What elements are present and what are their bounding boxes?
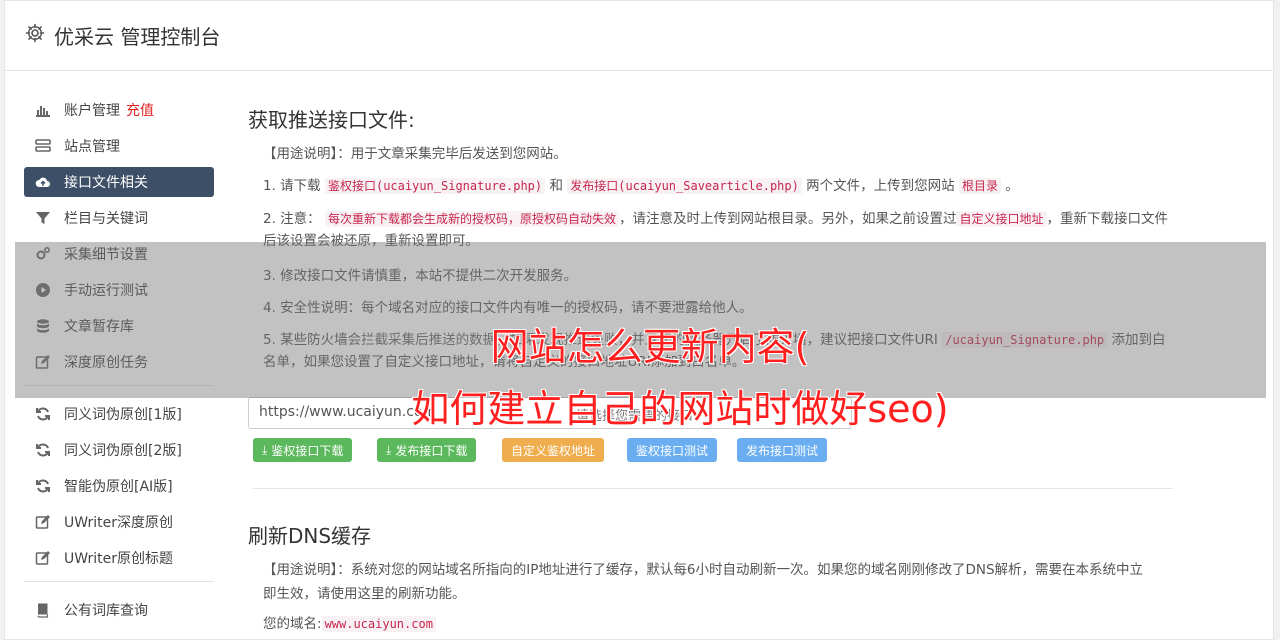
sidebar-item-interface-files[interactable]: 接口文件相关: [24, 167, 214, 197]
section-divider: [253, 488, 1173, 489]
sidebar-item-label: UWriter深度原创: [64, 515, 173, 531]
section-title-interface: 获取推送接口文件:: [248, 108, 415, 132]
sidebar-item-label: 同义词伪原创[2版]: [64, 443, 182, 459]
button-label: 鉴权接口测试: [636, 443, 709, 458]
app-title: 优采云 管理控制台: [54, 25, 221, 49]
sidebar-item-label: 智能伪原创[AI版]: [64, 479, 173, 495]
instruction-1: 1. 请下载 鉴权接口(ucaiyun_Signature.php) 和 发布接…: [263, 175, 1163, 197]
instruction-text: 。: [1005, 178, 1019, 194]
overlay-title: 网站怎么更新内容( 如何建立自己的网站时做好seo): [0, 316, 1280, 440]
dns-usage-text: 【用途说明】：系统对您的网站域名所指向的IP地址进行了缓存，默认每6小时自动刷新…: [263, 562, 1144, 602]
sidebar-item-label: 公有词库查询: [64, 603, 148, 619]
download-publish-button[interactable]: ⤓ 发布接口下载: [377, 438, 477, 462]
sidebar-item-public-dictionary[interactable]: 公有词库查询: [24, 595, 214, 625]
domain-row: 您的域名: www.ucaiyun.com: [263, 613, 436, 635]
signature-file-link: 鉴权接口(ucaiyun_Signature.php): [324, 178, 546, 194]
test-signature-button[interactable]: 鉴权接口测试: [627, 438, 718, 462]
sidebar-item-sites[interactable]: 站点管理: [24, 131, 214, 161]
filter-icon: [36, 212, 50, 224]
header-bar: 优采云 管理控制台: [5, 1, 1273, 71]
instruction-text: 和: [549, 178, 563, 194]
download-icon: ⤓: [262, 442, 268, 457]
recharge-link[interactable]: 充值: [126, 100, 154, 120]
section-title-dns: 刷新DNS缓存: [248, 524, 372, 548]
sidebar-item-label: 账户管理: [64, 103, 120, 119]
button-label: 发布接口测试: [746, 443, 819, 458]
edit-icon: [35, 551, 50, 565]
sidebar-item-account[interactable]: 账户管理 充值: [24, 95, 214, 125]
custom-interface-label: 自定义接口地址: [956, 211, 1047, 227]
auth-warning: 每次重新下载都会生成新的授权码，原授权码自动失效: [324, 211, 619, 227]
sidebar-item-columns-keywords[interactable]: 栏目与关键词: [24, 203, 214, 233]
overlay-line-1: 网站怎么更新内容(: [490, 325, 810, 369]
button-label: 鉴权接口下载: [271, 443, 344, 458]
savearticle-file-link: 发布接口(ucaiyun_Savearticle.php): [567, 178, 802, 194]
sidebar-item-uwriter-deep[interactable]: UWriter深度原创: [24, 507, 214, 537]
test-publish-button[interactable]: 发布接口测试: [737, 438, 828, 462]
edit-icon: [35, 515, 50, 529]
refresh-icon: [36, 443, 50, 457]
instruction-text: ，请注意及时上传到网站根目录。另外，如果之前设置过: [618, 211, 957, 227]
instruction-text: 两个文件，上传到您网站: [806, 178, 955, 194]
book-icon: [37, 603, 49, 618]
domain-value: www.ucaiyun.com: [321, 616, 436, 632]
sidebar-item-label: UWriter原创标题: [64, 551, 173, 567]
refresh-icon: [36, 479, 50, 493]
sidebar-item-uwriter-title[interactable]: UWriter原创标题: [24, 543, 214, 573]
overlay-line-2: 如何建立自己的网站时做好seo): [411, 387, 949, 431]
download-signature-button[interactable]: ⤓ 鉴权接口下载: [253, 438, 353, 462]
instruction-text: 2. 注意：: [263, 211, 321, 227]
sidebar-item-label: 站点管理: [64, 139, 120, 155]
sidebar-item-label: 接口文件相关: [64, 175, 148, 191]
domain-label: 您的域名:: [263, 616, 322, 632]
usage-text: 【用途说明】：用于文章采集完毕后发送到您网站。: [263, 146, 567, 162]
gear-icon[interactable]: [25, 23, 45, 43]
custom-auth-url-button[interactable]: 自定义鉴权地址: [502, 438, 605, 462]
root-dir-label: 根目录: [958, 178, 1001, 194]
sidebar-divider: [24, 581, 214, 582]
button-label: 自定义鉴权地址: [511, 443, 596, 458]
download-icon: ⤓: [386, 442, 392, 457]
server-icon: [35, 139, 51, 152]
sidebar-item-smart-ai[interactable]: 智能伪原创[AI版]: [24, 471, 214, 501]
cloud-upload-icon: [35, 177, 50, 187]
sidebar-item-label: 栏目与关键词: [64, 211, 148, 227]
bar-chart-icon: [36, 106, 50, 117]
instruction-text: 1. 请下载: [263, 178, 321, 194]
button-label: 发布接口下载: [395, 443, 468, 458]
